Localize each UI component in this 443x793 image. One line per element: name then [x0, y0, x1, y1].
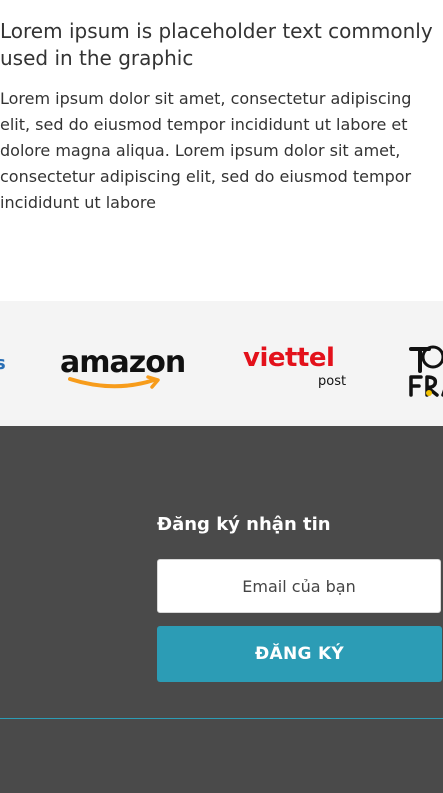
newsletter-subscribe-button[interactable]: ĐĂNG KÝ	[157, 626, 442, 682]
newsletter-title: Đăng ký nhận tin	[157, 514, 331, 535]
partner-logo-viettel[interactable]: viettel post	[243, 343, 355, 393]
intro-section: Lorem ipsum is placeholder text commonly…	[0, 0, 443, 301]
tour-de-france-logo-icon	[409, 345, 443, 397]
newsletter-email-input[interactable]	[157, 559, 441, 613]
footer: Đăng ký nhận tin ĐĂNG KÝ	[0, 426, 443, 793]
footer-divider	[0, 718, 443, 719]
partner-logo-partial: s	[0, 353, 6, 374]
intro-heading: Lorem ipsum is placeholder text commonly…	[0, 19, 433, 70]
intro-body-text: Lorem ipsum dolor sit amet, consectetur …	[0, 89, 412, 212]
amazon-smile-icon	[68, 375, 160, 389]
partner-logos-strip: s amazon viettel post	[0, 301, 443, 426]
viettel-post-label: post	[318, 374, 347, 389]
partner-logo-tour-de-france[interactable]	[405, 343, 443, 399]
viettel-wordmark: viettel	[243, 343, 335, 373]
partner-logo-amazon[interactable]: amazon	[60, 345, 186, 391]
